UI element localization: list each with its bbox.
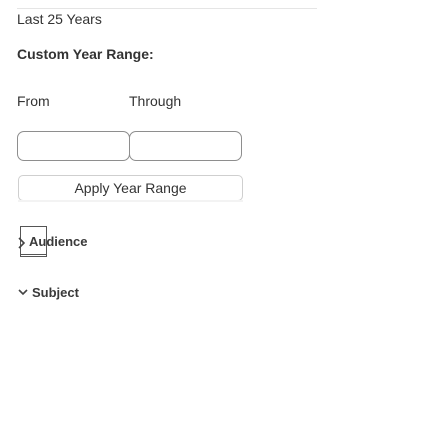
subject-facet-label: Subject xyxy=(32,285,79,300)
section-divider xyxy=(17,8,317,9)
apply-year-range-button[interactable]: Apply Year Range xyxy=(18,175,243,201)
last-25-years-link[interactable]: Last 25 Years xyxy=(17,11,102,28)
custom-year-range-heading: Custom Year Range: xyxy=(17,46,154,62)
chevron-down-icon xyxy=(18,289,28,296)
through-year-input[interactable] xyxy=(129,131,242,161)
button-shadow xyxy=(18,200,243,202)
focus-underline xyxy=(21,254,47,255)
subject-facet-toggle[interactable]: Subject xyxy=(17,283,137,303)
from-year-input[interactable] xyxy=(17,131,130,161)
year-range-filter-panel: Last 25 Years Custom Year Range: From Th… xyxy=(0,0,448,448)
through-label: Through xyxy=(129,93,182,109)
from-label: From xyxy=(17,93,50,109)
audience-facet-label: Audience xyxy=(29,234,88,249)
chevron-right-icon xyxy=(18,237,26,249)
audience-facet-toggle[interactable]: Audience xyxy=(17,226,137,258)
